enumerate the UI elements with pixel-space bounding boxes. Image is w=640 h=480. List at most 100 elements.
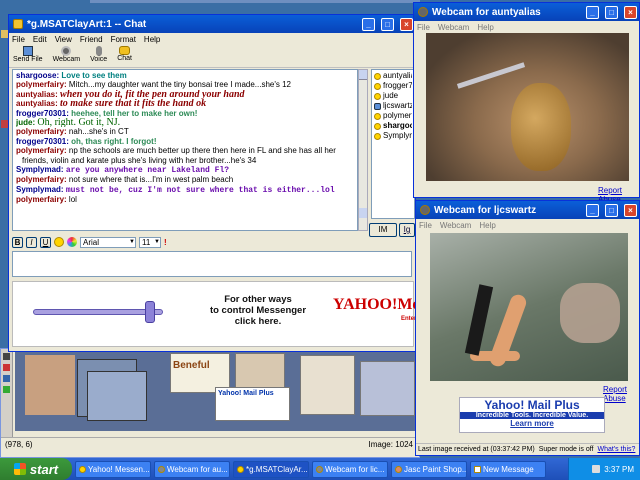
message-text: are you anywhere near Lakeland Fl? <box>65 166 230 176</box>
menu-view[interactable]: View <box>55 35 72 44</box>
webcam-button[interactable]: Webcam <box>53 46 80 67</box>
ignore-button[interactable]: Ig <box>399 223 415 237</box>
message-sender: polymerfairy: <box>16 146 67 156</box>
paint-shop-window[interactable]: Beneful Yahoo! Mail Plus (978, 6) Image:… <box>0 348 420 458</box>
maximize-button[interactable]: □ <box>605 5 618 19</box>
buddy-item[interactable]: frogger703 <box>374 81 412 91</box>
buddy-item[interactable]: shargoos <box>374 121 412 131</box>
scroll-thumb[interactable] <box>359 208 367 218</box>
minimize-button[interactable]: _ <box>362 17 375 31</box>
minimize-button[interactable]: _ <box>586 5 599 19</box>
menu-file[interactable]: File <box>12 35 25 44</box>
close-button[interactable]: × <box>624 5 637 19</box>
fill-icon[interactable] <box>3 375 10 382</box>
menu-file[interactable]: File <box>419 221 432 230</box>
menu-friend[interactable]: Friend <box>80 35 103 44</box>
learn-more-link[interactable]: Learn more <box>460 419 604 428</box>
chat-titlebar[interactable]: *g.MSATClayArt:1 -- Chat _ □ × <box>9 15 415 33</box>
menu-webcam[interactable]: Webcam <box>438 23 469 32</box>
chat-menubar: File Edit View Friend Format Help <box>9 33 415 46</box>
menu-edit[interactable]: Edit <box>33 35 47 44</box>
message-text: Oh, right. Got it, NJ. <box>37 118 121 128</box>
chat-message: jude: Oh, right. Got it, NJ. <box>16 118 354 127</box>
scroll-up-arrow[interactable] <box>359 70 367 80</box>
italic-button[interactable]: I <box>26 236 37 248</box>
message-text: Mitch...my daughter want the tiny bonsai… <box>68 80 292 90</box>
maximize-button[interactable]: □ <box>381 17 394 31</box>
task-paint-shop[interactable]: Jasc Paint Shop... <box>391 460 467 478</box>
task-yahoo-messenger[interactable]: Yahoo! Messen... <box>75 460 151 478</box>
webcam-window-ljcswartz[interactable]: Webcam for ljcswartz _ □ × File Webcam H… <box>415 200 640 456</box>
buzz-icon[interactable]: ! <box>164 238 167 247</box>
menu-webcam[interactable]: Webcam <box>440 221 471 230</box>
close-button[interactable]: × <box>400 17 413 31</box>
ad-banner[interactable]: For other ways to control Messenger clic… <box>12 281 420 347</box>
buddy-item[interactable]: jude <box>374 91 412 101</box>
message-sender: Symplymad: <box>16 184 64 194</box>
message-text: heehee, tell her to make her own! <box>71 108 198 118</box>
tool-icon[interactable] <box>3 353 10 360</box>
color-icon[interactable] <box>67 237 77 247</box>
webcam-video <box>430 233 628 381</box>
menu-help[interactable]: Help <box>477 23 493 32</box>
buddy-item[interactable]: polymerfairy <box>374 111 412 121</box>
message-text: must not be, cuz I'm not sure where that… <box>65 185 335 195</box>
hand-blur <box>560 283 620 343</box>
image-size: Image: 1024 <box>368 440 413 449</box>
webcam-title: Webcam for auntyalias <box>432 6 541 18</box>
menu-file[interactable]: File <box>417 23 430 32</box>
chat-log[interactable]: shargoose: Love to see them polymerfairy:… <box>12 69 358 231</box>
close-button[interactable]: × <box>624 203 637 217</box>
im-button[interactable]: IM <box>369 223 397 237</box>
message-input[interactable] <box>12 251 412 277</box>
webcam-window-auntyalias[interactable]: Webcam for auntyalias _ □ × File Webcam … <box>413 2 640 204</box>
size-select[interactable]: 11 ▼ <box>139 236 161 248</box>
ad-subtitle: Incredible Tools. Incredible Value. <box>460 412 604 419</box>
system-tray: 3:37 PM <box>568 458 640 480</box>
webcam-icon <box>316 465 323 473</box>
task-new-message[interactable]: New Message <box>470 460 546 478</box>
desktop-wallpaper-top <box>90 0 420 3</box>
message-sender: Symplymad: <box>16 165 64 175</box>
emoticon-icon[interactable] <box>54 237 64 247</box>
webcam-titlebar[interactable]: Webcam for auntyalias _ □ × <box>414 3 639 21</box>
brush-icon[interactable] <box>3 364 10 371</box>
tray-icon[interactable] <box>592 465 601 473</box>
select-icon[interactable] <box>3 386 10 393</box>
buddy-list[interactable]: auntyalias frogger703 jude ljcswartz pol… <box>371 69 415 219</box>
webcam-icon <box>158 465 165 473</box>
webcam-icon <box>374 102 381 110</box>
send-file-button[interactable]: Send File <box>13 46 43 67</box>
task-webcam-ljcswartz[interactable]: Webcam for lic... <box>312 460 388 478</box>
chat-bubble-icon <box>119 46 131 55</box>
chat-button[interactable]: Chat <box>117 46 132 67</box>
webcam-titlebar[interactable]: Webcam for ljcswartz _ □ × <box>416 201 639 219</box>
maximize-button[interactable]: □ <box>605 203 618 217</box>
chat-message: auntyalias: to make sure that it fits th… <box>16 99 354 108</box>
font-select[interactable]: Arial ▼ <box>80 236 136 248</box>
report-abuse-link[interactable]: Report Abuse <box>603 385 639 403</box>
voice-button[interactable]: Voice <box>90 46 107 67</box>
message-sender: jude: <box>16 118 36 128</box>
buddy-item[interactable]: ljcswartz <box>374 101 412 111</box>
buddy-item[interactable]: auntyalias <box>374 71 412 81</box>
task-chat[interactable]: *g.MSATClayAr... <box>233 460 309 478</box>
menu-help[interactable]: Help <box>479 221 495 230</box>
clock: 3:37 PM <box>604 464 634 474</box>
message-text: friends, violin and karate plus she's li… <box>22 155 257 165</box>
bold-button[interactable]: B <box>12 236 23 248</box>
minimize-button[interactable]: _ <box>586 203 599 217</box>
mail-plus-ad[interactable]: Yahoo! Mail Plus Incredible Tools. Incre… <box>459 397 605 433</box>
smiley-icon <box>374 82 381 90</box>
menu-format[interactable]: Format <box>111 35 136 44</box>
menu-help[interactable]: Help <box>144 35 160 44</box>
chat-window[interactable]: *g.MSATClayArt:1 -- Chat _ □ × File Edit… <box>8 14 420 352</box>
paint-canvas[interactable]: Beneful Yahoo! Mail Plus <box>15 351 418 431</box>
whats-this-link[interactable]: What's this? <box>597 446 635 453</box>
underline-button[interactable]: U <box>40 236 51 248</box>
task-webcam-auntyalias[interactable]: Webcam for au... <box>154 460 230 478</box>
chat-message: polymerfairy: np the schools are much be… <box>16 146 354 155</box>
buddy-item[interactable]: Symplymad <box>374 131 412 141</box>
chat-scrollbar[interactable] <box>358 69 368 231</box>
start-button[interactable]: start <box>0 458 72 480</box>
